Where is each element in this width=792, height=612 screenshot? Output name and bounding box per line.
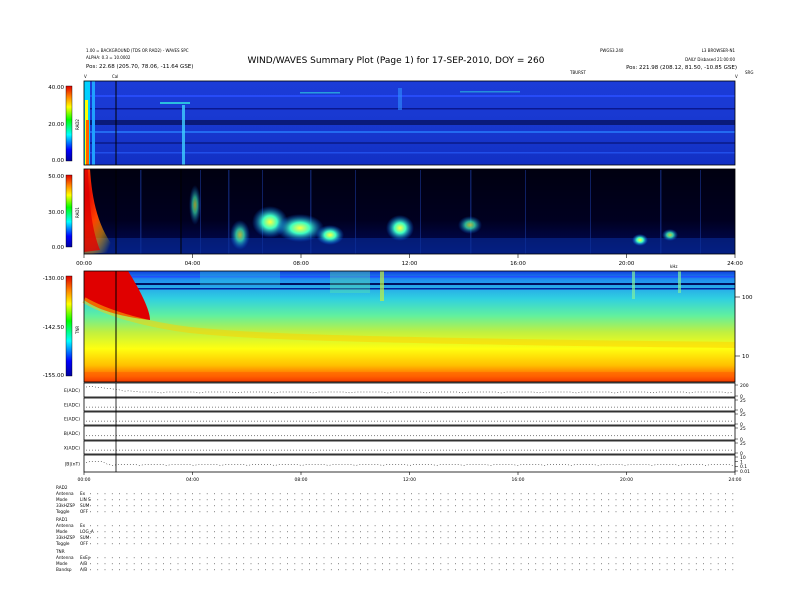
header-right-line3: DAILY Disbased 21:00:00 <box>685 57 735 62</box>
rad1-x-tick-label: 00:00 <box>76 261 92 267</box>
hk-row-label: E(ADC) <box>64 403 80 409</box>
rad1-x-tick-label: 12:00 <box>402 261 418 267</box>
hk-x-tick-label: 12:00 <box>403 477 416 483</box>
plot-title: WIND/WAVES Summary Plot (Page 1) for 17-… <box>248 56 545 66</box>
mode-value: Ex <box>80 523 86 528</box>
hk-row-frame <box>83 454 736 473</box>
hk-x-tick-label: 04:00 <box>186 477 199 483</box>
mode-key: RAD2 <box>56 485 68 490</box>
mode-key: Antenna <box>56 523 74 528</box>
hk-right-tick-label: 25 <box>740 441 746 447</box>
hk-row-label: E(ADC) <box>64 417 80 423</box>
rad1-x-tick-label: 16:00 <box>510 261 526 267</box>
tnr-ylabel: TNR <box>75 326 80 335</box>
mode-key: 33kHZSP <box>56 503 75 508</box>
hk-right-tick-label: 0.01 <box>740 469 750 475</box>
hk-x-tick-label: 16:00 <box>512 477 525 483</box>
rad1-cbar-tick-bottom: 0.00 <box>52 245 65 251</box>
rad2-cbar-tick-top: 40.00 <box>48 85 64 91</box>
hk-right-tick-label: 25 <box>740 412 746 418</box>
header-right-line1: PWGS3.240 <box>600 48 624 53</box>
housekeeping-panel: E(ADC)2000E(ADC)250E(ADC)250B(ADC)250X(A… <box>64 382 750 475</box>
mode-value: A/B <box>80 561 87 566</box>
tnr-colorbar <box>65 275 73 377</box>
mark-left: V <box>84 74 87 79</box>
mode-value: OFF <box>80 509 89 514</box>
tnr-cbar-tick-mid: -142.50 <box>43 325 65 331</box>
mode-key: Toggle <box>55 541 70 546</box>
header-left-line1: 1.00 = BACKGROUND (TDS OR RAD2) - WAVES … <box>86 48 189 53</box>
rad1-x-tick-label: 24:00 <box>727 261 743 267</box>
mode-value: LIN S <box>80 497 91 502</box>
hk-x-tick-label: 00:00 <box>78 477 91 483</box>
mode-value: A/B <box>80 567 87 572</box>
mode-key: 33kHZSP <box>56 535 75 540</box>
tnr-cbar-tick-top: -130.00 <box>43 276 65 282</box>
tnr-cbar-tick-bottom: -155.00 <box>43 373 65 379</box>
header-pos-start: Pos: 22.68 (205.70, 78.06, -11.64 GSE) <box>86 64 193 70</box>
hk-trace <box>85 386 734 394</box>
summary-plot: WIND/WAVES Summary Plot (Page 1) for 17-… <box>43 48 754 572</box>
mode-key: RAD1 <box>56 517 68 522</box>
tnr-right-tick-100: 100 <box>742 295 753 301</box>
hk-right-tick-label: 25 <box>740 426 746 432</box>
rad1-x-axis: 00:00 04:00 08:00 12:00 16:00 20:00 24:00 <box>76 254 743 267</box>
hk-x-tick-label: 08:00 <box>295 477 308 483</box>
rad1-panel: 50.00 30.00 0.00 RAD1 00:00 04:00 08:00 12:… <box>48 168 743 267</box>
hk-x-tick-label: 24:00 <box>729 477 742 483</box>
mode-key: TNR <box>55 549 65 554</box>
header-left-line2: ALPHA: 0.3 = 10.0002 <box>86 55 131 60</box>
rad2-cbar-tick-bottom: 0.00 <box>52 158 65 164</box>
hk-trace <box>85 461 734 466</box>
rad1-x-tick-label: 08:00 <box>293 261 309 267</box>
mode-key: Bandsp <box>56 567 72 572</box>
mark-right: V <box>735 74 738 79</box>
hk-row-frame <box>83 382 736 398</box>
mode-value: SUM <box>80 535 90 540</box>
mode-key: Mode <box>56 561 68 566</box>
rad2-colorbar <box>65 85 73 162</box>
mode-value: SUM <box>80 503 90 508</box>
rad1-cbar-tick-mid: 30.00 <box>48 210 64 216</box>
hk-row-label: E(ADC) <box>64 388 80 394</box>
tnr-right-axis-label: kHz <box>670 264 677 269</box>
hk-right-tick-label: 200 <box>740 383 749 389</box>
mode-key: Antenna <box>56 555 74 560</box>
mark-cal: Cal <box>112 74 118 79</box>
rad1-x-tick-label: 04:00 <box>185 261 201 267</box>
rad1-x-tick-label: 20:00 <box>619 261 635 267</box>
tnr-right-tick-10: 10 <box>742 354 749 360</box>
hk-row-label: B(ADC) <box>64 431 81 437</box>
mode-key: Mode <box>56 497 68 502</box>
tnr-panel: -130.00 -142.50 -155.00 TNR 100 10 kHz <box>43 264 753 383</box>
hk-row-frame <box>83 411 736 426</box>
header-right-line2: L3 BROWSER-N1 <box>702 48 736 53</box>
hk-x-tick-label: 20:00 <box>620 477 633 483</box>
mode-value: Ex <box>80 491 86 496</box>
rad2-ylabel: RAD2 <box>75 119 80 130</box>
hk-row-label: X(ADC) <box>64 446 81 452</box>
rad1-colorbar <box>65 174 73 248</box>
mode-key: Toggle <box>55 509 70 514</box>
mode-table: RAD2Antenna ExMode LIN S33kHZSP SUMToggle OF… <box>55 485 735 572</box>
mode-key: Mode <box>56 529 68 534</box>
hk-row-frame <box>83 440 736 455</box>
hk-right-tick-label: 25 <box>740 398 746 404</box>
rad2-cbar-tick-mid: 20.00 <box>48 122 64 128</box>
mark-srg: SRG <box>745 70 753 75</box>
rad1-cbar-tick-top: 50.00 <box>48 174 64 180</box>
hk-row-frame <box>83 425 736 441</box>
hk-row-label: |B|(nT) <box>65 462 80 468</box>
mode-key: Antenna <box>56 491 74 496</box>
header-pos-end: Pos: 221.98 (208.12, 81.50, -10.85 GSE) <box>626 65 737 71</box>
hk-row-frame <box>83 397 736 412</box>
mode-value: OFF <box>80 541 89 546</box>
housekeeping-x-axis: 00:00 04:00 08:00 12:00 16:00 20:00 24:00 <box>78 472 742 483</box>
rad1-ylabel: RAD1 <box>75 207 80 218</box>
mode-value: ExEy <box>80 555 91 560</box>
rad2-panel: 40.00 20.00 0.00 RAD2 <box>48 80 736 166</box>
mode-value: LOG_A <box>80 529 94 534</box>
mark-tbursts: TBURST <box>569 70 586 75</box>
